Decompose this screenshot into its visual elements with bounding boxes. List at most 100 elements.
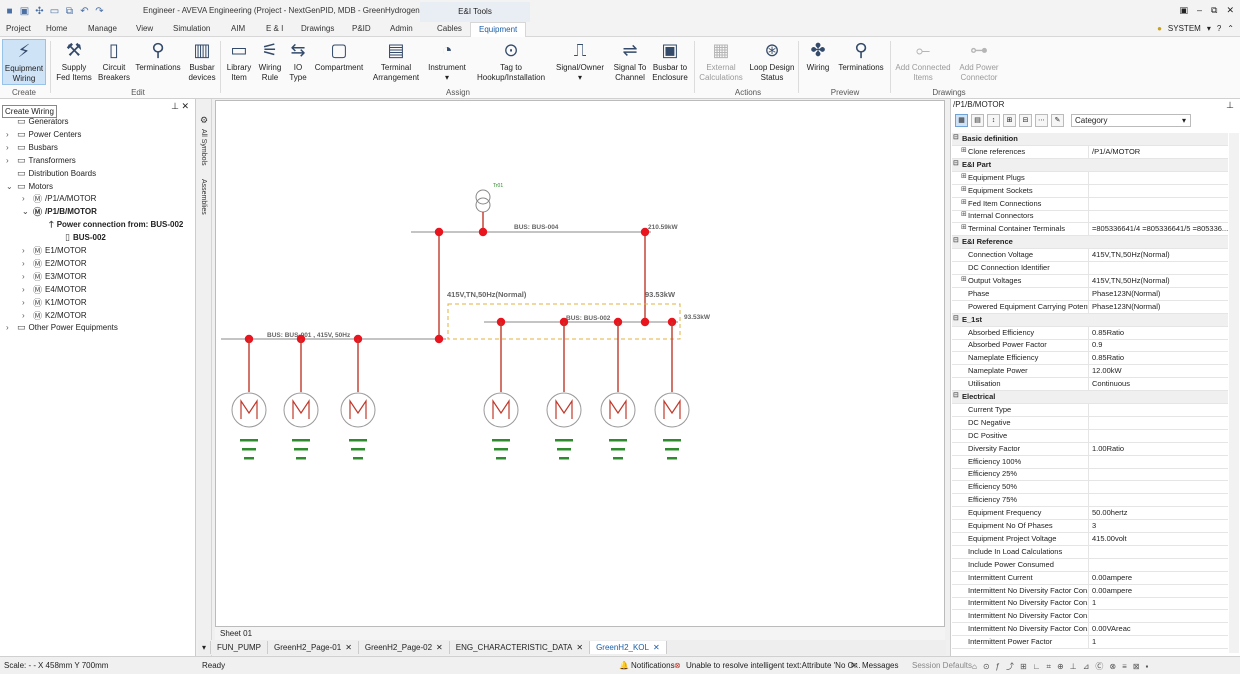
tree-item[interactable]: ▭ Distribution Boards xyxy=(6,167,96,180)
single-line-diagram[interactable]: Tr01 BUS: BUS-004 210.59kW 415V,TN,50Hz(… xyxy=(216,101,944,626)
property-row[interactable]: Absorbed Power Factor 0.9 xyxy=(952,339,1228,353)
property-value[interactable]: 415.00volt xyxy=(1089,533,1228,545)
tab-project[interactable]: Project xyxy=(6,24,31,33)
expand-icon[interactable]: ⊞ xyxy=(961,275,967,283)
property-value[interactable] xyxy=(1089,559,1228,571)
property-row[interactable]: Intermittent No Diversity Factor Con... 0… xyxy=(952,584,1228,598)
expand-icon[interactable]: ⊞ xyxy=(961,223,967,231)
property-value[interactable] xyxy=(1089,185,1228,197)
undo-icon[interactable]: ↶ xyxy=(79,6,90,17)
tab-e-i[interactable]: E & I xyxy=(266,24,283,33)
property-value[interactable]: 415V,TN,50Hz(Normal) xyxy=(1089,249,1228,261)
property-row[interactable]: Include In Load Calculations xyxy=(952,545,1228,559)
supply-fed-items-button[interactable]: ⚒ Supply Fed Items xyxy=(56,39,92,83)
tree-item[interactable]: › ▭ Transformers xyxy=(6,154,76,167)
property-row[interactable]: Intermittent Current 0.00ampere xyxy=(952,571,1228,585)
property-category[interactable]: ⊟ E&I Part xyxy=(952,158,1228,172)
property-value[interactable]: Phase123N(Normal) xyxy=(1089,288,1228,300)
motor-symbol[interactable] xyxy=(546,392,582,428)
help-icon[interactable]: ? xyxy=(1217,24,1221,33)
tree-item[interactable]: › Ⓜ/P1/A/MOTOR xyxy=(22,192,96,205)
terminations-button[interactable]: ⚲ Terminations xyxy=(834,39,888,73)
expand-toggle-icon[interactable]: › xyxy=(22,311,30,320)
terminations-button[interactable]: ⚲ Terminations xyxy=(133,39,183,73)
instrument-button[interactable]: ◔ Instrument ▾ xyxy=(427,39,467,83)
copy-icon[interactable]: ⧉ xyxy=(64,6,75,17)
tools-icon[interactable]: ✣ xyxy=(34,6,45,17)
property-value[interactable]: 1 xyxy=(1089,636,1228,648)
edit-icon[interactable]: ✎ xyxy=(1051,113,1064,127)
motor-symbol[interactable] xyxy=(483,392,519,428)
property-value[interactable]: /P1/A/MOTOR xyxy=(1089,146,1228,158)
property-row[interactable]: DC Connection Identifier xyxy=(952,262,1228,275)
expand-toggle-icon[interactable]: ⌄ xyxy=(6,182,14,191)
property-value[interactable]: 415V,TN,50Hz(Normal) xyxy=(1089,275,1228,287)
status-session[interactable]: Session Defaults xyxy=(912,661,972,670)
add-power-connector-button[interactable]: ⊶ Add Power Connector xyxy=(954,39,1004,83)
property-value[interactable]: 1 xyxy=(1089,597,1228,609)
expand-toggle-icon[interactable]: ⌄ xyxy=(22,207,30,216)
property-row[interactable]: Utilisation Continuous xyxy=(952,378,1228,392)
property-value[interactable]: =805336641/4 =805336641/5 =805336... xyxy=(1089,223,1228,235)
property-row[interactable]: Current Type xyxy=(952,403,1228,417)
tab-aim[interactable]: AIM xyxy=(231,24,245,33)
wiring-rule-button[interactable]: ⚟ Wiring Rule xyxy=(256,39,284,83)
property-value[interactable] xyxy=(1089,404,1228,416)
collapse-icon[interactable]: ⊟ xyxy=(953,391,959,399)
property-value[interactable]: 0.9 xyxy=(1089,339,1228,351)
transformer-coil-top[interactable] xyxy=(475,189,491,205)
tree-icon[interactable]: ⋯ xyxy=(1035,113,1048,127)
maximize-icon[interactable]: ⧉ xyxy=(1211,5,1217,16)
tree-item[interactable]: 🡑 Power connection from: BUS-002 xyxy=(38,218,183,231)
property-value[interactable]: 0.00VAreac xyxy=(1089,623,1228,635)
library-item-button[interactable]: ▭ Library Item xyxy=(223,39,255,83)
collapse-icon[interactable]: ⊟ xyxy=(953,159,959,167)
property-category[interactable]: ⊟ Basic definition xyxy=(952,133,1228,146)
tab-home[interactable]: Home xyxy=(46,24,67,33)
property-row[interactable]: Diversity Factor 1.00Ratio xyxy=(952,442,1228,456)
side-tab-all-symbols[interactable]: All Symbols xyxy=(200,129,207,166)
collapse-icon[interactable]: ⊟ xyxy=(953,236,959,244)
tab-admin[interactable]: Admin xyxy=(390,24,413,33)
property-row[interactable]: Efficiency 75% xyxy=(952,494,1228,508)
tab-equipment[interactable]: Equipment xyxy=(470,22,527,37)
terminal-arrangement-button[interactable]: ▤ Terminal Arrangement xyxy=(368,39,424,83)
user-name[interactable]: SYSTEM xyxy=(1168,24,1201,33)
property-value[interactable] xyxy=(1089,172,1228,184)
loop-design-status-button[interactable]: ⊛ Loop Design Status xyxy=(746,39,798,83)
tree-item[interactable]: › ▭ Power Centers xyxy=(6,128,81,141)
signal-to-channel-button[interactable]: ⇌ Signal To Channel xyxy=(612,39,648,83)
property-row[interactable]: Equipment Frequency 50.00hertz xyxy=(952,507,1228,521)
expand-icon[interactable]: ⊞ xyxy=(1003,113,1016,127)
property-row[interactable]: Efficiency 25% xyxy=(952,468,1228,482)
busbar-devices-button[interactable]: ▥ Busbar devices xyxy=(186,39,218,83)
expand-toggle-icon[interactable]: › xyxy=(22,272,30,281)
connection-node[interactable] xyxy=(640,317,650,327)
side-tab-assemblies[interactable]: Assemblies xyxy=(200,179,207,215)
property-row[interactable]: Absorbed Efficiency 0.85Ratio xyxy=(952,326,1228,340)
property-value[interactable]: 0.85Ratio xyxy=(1089,327,1228,339)
expand-toggle-icon[interactable]: › xyxy=(6,130,14,139)
save-icon[interactable]: ▣ xyxy=(19,6,30,17)
property-row[interactable]: Intermittent No Diversity Factor Con... 1 xyxy=(952,597,1228,611)
connection-node[interactable] xyxy=(434,334,444,344)
tab-drawings[interactable]: Drawings xyxy=(301,24,334,33)
circuit-breakers-button[interactable]: ▯ Circuit Breakers xyxy=(96,39,132,83)
property-value[interactable] xyxy=(1089,417,1228,429)
expand-icon[interactable]: ⊞ xyxy=(961,146,967,154)
settings-icon[interactable]: ⚙ xyxy=(200,115,208,126)
categorized-view-icon[interactable]: ▦ xyxy=(955,113,968,127)
property-value[interactable]: Phase123N(Normal) xyxy=(1089,301,1228,313)
property-row[interactable]: Intermittent Power Factor 1 xyxy=(952,636,1228,650)
property-value[interactable] xyxy=(1089,494,1228,506)
property-category[interactable]: ⊟ Electrical xyxy=(952,391,1228,404)
property-value[interactable]: 1.00Ratio xyxy=(1089,443,1228,455)
document-tab[interactable]: GreenH2_KOL ✕ xyxy=(590,641,667,654)
property-value[interactable] xyxy=(1089,468,1228,480)
document-tab[interactable]: GreenH2_Page-02 ✕ xyxy=(359,641,450,654)
status-notifications[interactable]: Notifications xyxy=(631,661,675,670)
busbar-to-enclosure-button[interactable]: ▣ Busbar to Enclosure xyxy=(650,39,690,83)
property-row[interactable]: ⊞ Equipment Sockets xyxy=(952,184,1228,198)
tab-view[interactable]: View xyxy=(136,24,153,33)
property-row[interactable]: ⊞ Equipment Plugs xyxy=(952,171,1228,185)
